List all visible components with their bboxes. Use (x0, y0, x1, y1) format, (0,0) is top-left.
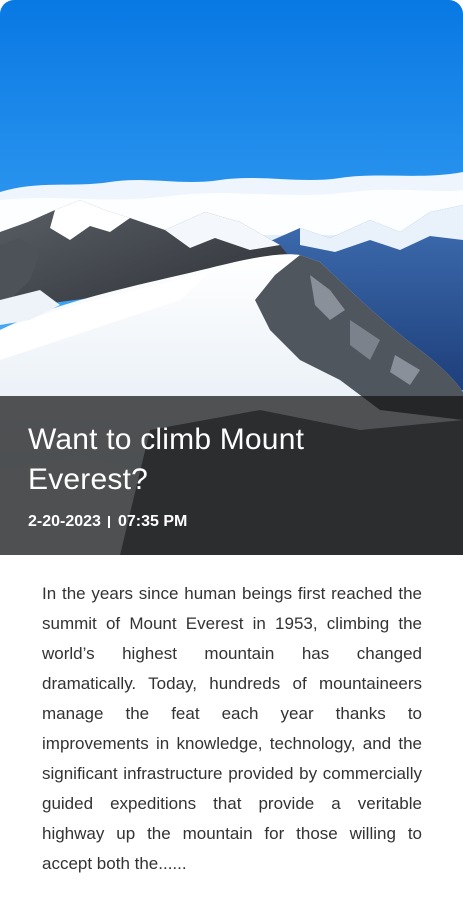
meta-divider (107, 516, 110, 528)
article-date: 2-20-2023 (28, 513, 101, 530)
article-time: 07:35 PM (117, 513, 188, 530)
article-excerpt: In the years since human beings first re… (42, 584, 422, 873)
article-meta: 2-20-2023 07:35 PM (28, 511, 187, 533)
article-title[interactable]: Want to climb Mount Everest? (28, 420, 428, 500)
article-card[interactable]: Want to climb Mount Everest? 2-20-2023 0… (0, 0, 463, 907)
